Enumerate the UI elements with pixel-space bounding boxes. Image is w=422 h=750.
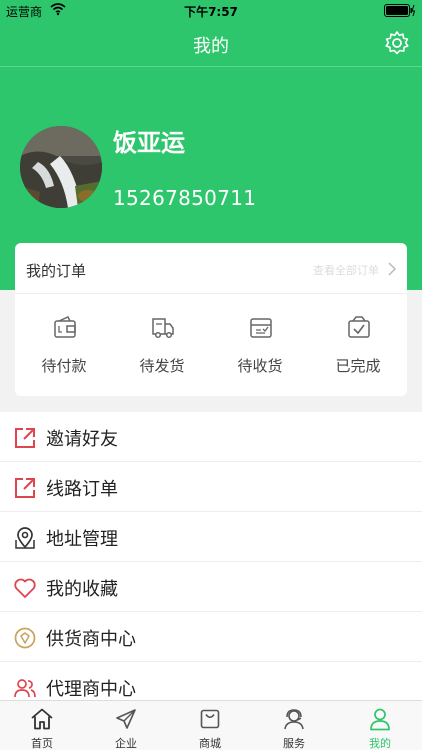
avatar-waterfall-image — [20, 126, 102, 208]
gear-icon[interactable] — [384, 30, 410, 56]
map-pin-icon — [15, 527, 35, 549]
menu-item-label: 我的收藏 — [46, 579, 118, 600]
orders-card: 我的订单 查看全部订单 待付款 待发货 待收货 已完成 — [15, 243, 407, 396]
order-status-label: 待发货 — [139, 357, 185, 375]
share-icon — [15, 478, 35, 498]
tab-label: 商城 — [199, 737, 221, 750]
bag-icon — [200, 709, 220, 729]
order-status-pending-shipment[interactable]: 待发货 — [113, 315, 211, 385]
order-status-pending-payment[interactable]: 待付款 — [15, 315, 113, 385]
menu-item-label: 地址管理 — [46, 529, 118, 550]
tab-mine[interactable]: 我的 — [338, 701, 422, 750]
status-bar: 运营商 下午7:57 — [0, 0, 422, 22]
view-all-orders-link[interactable]: 查看全部订单 — [313, 262, 379, 278]
header-divider — [0, 66, 422, 67]
username: 饭亚运 — [113, 129, 185, 157]
order-status-label: 待付款 — [41, 357, 87, 375]
menu-item-favorites[interactable]: 我的收藏 — [0, 562, 422, 612]
status-time: 下午7:57 — [184, 5, 238, 19]
people-icon — [14, 679, 36, 698]
orders-title: 我的订单 — [26, 262, 87, 280]
order-status-completed[interactable]: 已完成 — [309, 315, 407, 385]
wallet-icon — [54, 316, 76, 338]
menu-item-agent-center[interactable]: 代理商中心 — [0, 662, 422, 700]
menu-item-route-orders[interactable]: 线路订单 — [0, 462, 422, 512]
menu-item-invite-friends[interactable]: 邀请好友 — [0, 412, 422, 462]
person-icon — [370, 708, 390, 731]
battery-icon — [384, 4, 416, 17]
check-box-icon — [348, 316, 370, 338]
order-status-label: 已完成 — [335, 357, 381, 375]
page-title: 我的 — [193, 36, 229, 57]
tab-bar: 首页 企业 商城 服务 我的 — [0, 700, 422, 750]
order-status-pending-receipt[interactable]: 待收货 — [211, 315, 309, 385]
menu-item-label: 供货商中心 — [46, 629, 136, 650]
tab-home[interactable]: 首页 — [0, 701, 84, 750]
tab-label: 首页 — [31, 737, 53, 750]
tab-service[interactable]: 服务 — [252, 701, 336, 750]
orders-header[interactable]: 我的订单 查看全部订单 — [15, 243, 407, 294]
menu-item-address-management[interactable]: 地址管理 — [0, 512, 422, 562]
menu-item-label: 邀请好友 — [46, 429, 118, 450]
menu-item-label: 线路订单 — [46, 479, 118, 500]
menu-item-supplier-center[interactable]: 供货商中心 — [0, 612, 422, 662]
chevron-right-icon — [388, 262, 397, 276]
menu-list: 邀请好友 线路订单 地址管理 我的收藏 供货商中心 代理商中心 — [0, 412, 422, 700]
tab-enterprise[interactable]: 企业 — [84, 701, 168, 750]
tab-label: 企业 — [115, 737, 137, 750]
tab-mall[interactable]: 商城 — [168, 701, 252, 750]
avatar[interactable] — [20, 126, 102, 208]
share-icon — [15, 428, 35, 448]
phone-number: 15267850711 — [113, 186, 257, 210]
tab-label: 我的 — [369, 737, 391, 750]
tab-label: 服务 — [283, 737, 305, 750]
truck-icon — [152, 318, 174, 339]
badge-icon — [14, 627, 36, 649]
send-icon — [116, 709, 136, 729]
order-status-label: 待收货 — [237, 357, 283, 375]
inbox-icon — [250, 318, 272, 338]
heart-icon — [14, 578, 36, 598]
home-icon — [31, 708, 53, 730]
menu-item-label: 代理商中心 — [46, 679, 136, 700]
headset-icon — [284, 709, 304, 730]
